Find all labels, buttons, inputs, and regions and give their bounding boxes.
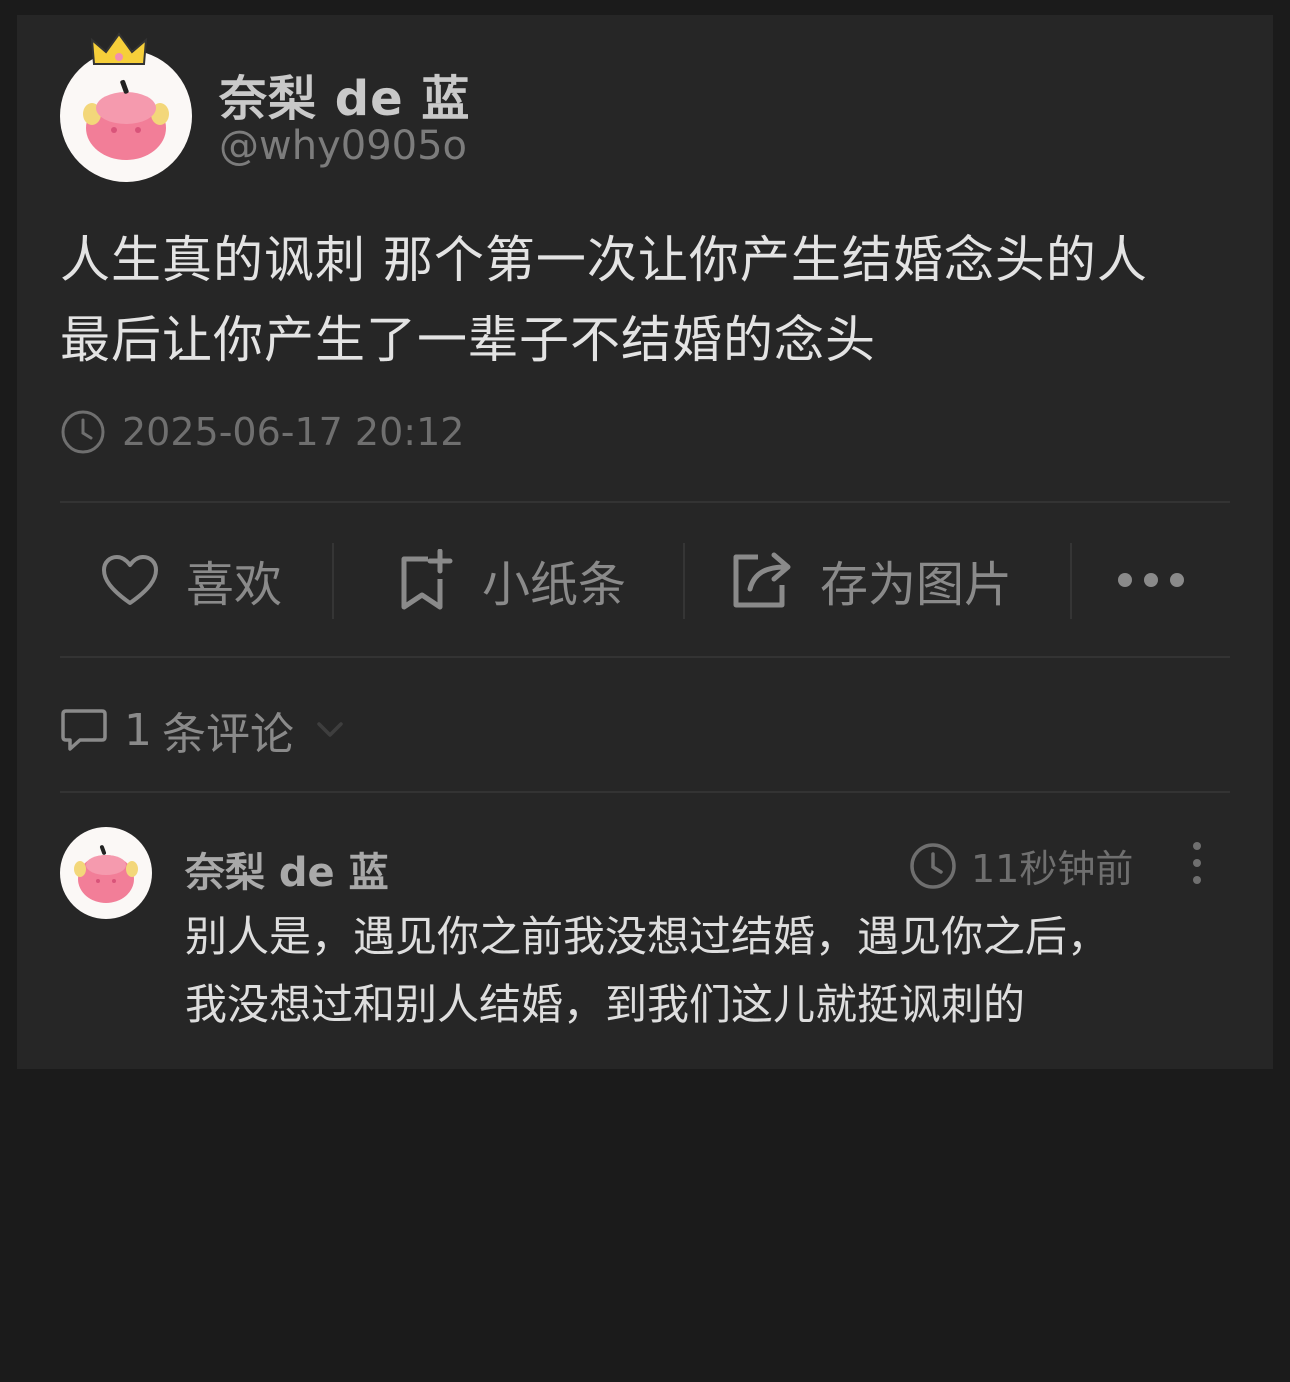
comment-avatar[interactable] [60,827,152,919]
clock-icon [910,842,956,889]
action-bar: 喜欢 小纸条 存为图片 [60,505,1230,655]
author-avatar[interactable] [60,32,192,182]
post-text-line: 人生真的讽刺 那个第一次让你产生结婚念头的人 [60,231,1148,289]
comment-time-text: 11秒钟前 [971,847,1134,891]
divider [60,501,1230,503]
comment-count-label: 条评论 [162,709,294,760]
crown-icon [90,32,148,65]
action-separator [683,543,685,619]
peach-character-icon [83,79,169,160]
comment-text-line: 我没想过和别人结婚，到我们这儿就挺讽刺的 [185,980,1026,1029]
divider [60,656,1230,658]
save-image-button[interactable]: 存为图片 [730,505,1012,655]
like-label: 喜欢 [186,557,283,613]
comment-more-button[interactable] [1187,841,1207,889]
comment-text-line: 别人是，遇见你之前我没想过结婚，遇见你之后， [185,912,1110,961]
comment-count: 1 [124,704,152,756]
note-label: 小纸条 [482,557,627,613]
clock-icon [61,410,105,454]
post-text-line: 最后让你产生了一辈子不结婚的念头 [60,311,876,369]
comment-text: 别人是，遇见你之前我没想过结婚，遇见你之后， 我没想过和别人结婚，到我们这儿就挺… [185,903,1245,1039]
comment-author[interactable]: 奈梨 de 蓝 [185,840,389,898]
more-horizontal-icon [1118,573,1184,587]
action-separator [332,543,334,619]
chevron-down-icon [317,722,343,737]
post-timestamp: 2025-06-17 20:12 [60,409,464,455]
more-button[interactable] [1115,505,1213,655]
action-separator [1070,543,1072,619]
comments-toggle[interactable]: 1 条评论 [60,698,344,762]
timestamp-text: 2025-06-17 20:12 [122,410,465,454]
peach-character-icon [74,845,138,903]
save-image-label: 存为图片 [820,557,1013,613]
heart-icon [102,555,158,605]
divider [60,791,1230,793]
post-card: 奈梨 de 蓝 @why0905o 人生真的讽刺 那个第一次让你产生结婚念头的人… [17,15,1273,1069]
post-text: 人生真的讽刺 那个第一次让你产生结婚念头的人 最后让你产生了一辈子不结婚的念头 [60,220,1240,380]
author-handle: @why0905o [219,123,468,169]
bookmark-add-icon [401,549,453,610]
author-name[interactable]: 奈梨 de 蓝 [219,59,470,129]
comment-time: 11秒钟前 [909,838,1133,893]
comment-icon [61,709,107,751]
note-button[interactable]: 小纸条 [396,505,626,655]
more-vertical-icon [1193,842,1201,884]
like-button[interactable]: 喜欢 [100,505,282,655]
share-icon [733,552,791,608]
